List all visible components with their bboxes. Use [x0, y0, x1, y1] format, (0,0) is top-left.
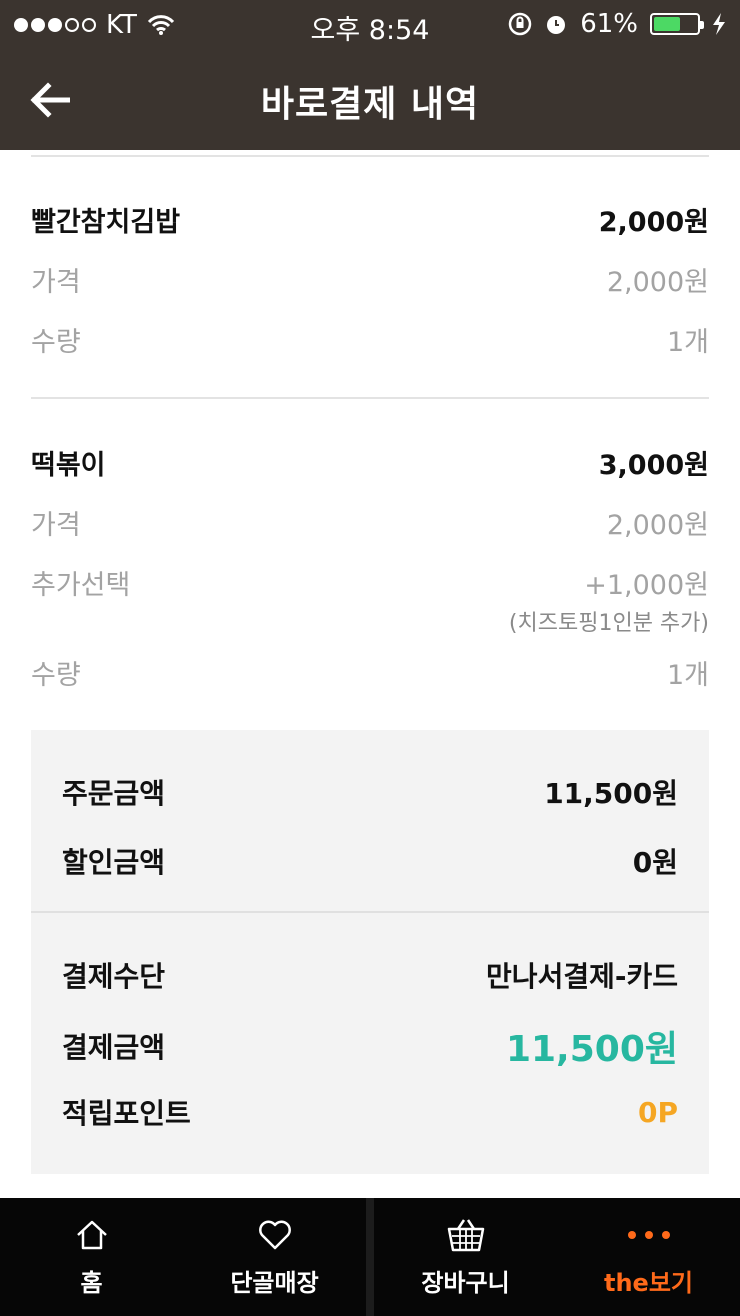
charging-bolt-icon	[713, 13, 725, 35]
tab-label: 홈	[80, 1268, 103, 1297]
more-icon	[627, 1230, 670, 1239]
detail-value: +1,000원	[584, 570, 709, 601]
points-value: 0P	[637, 1095, 678, 1129]
tab-home[interactable]: 홈	[0, 1198, 183, 1316]
paid-amount-label: 결제금액	[62, 1031, 166, 1064]
tab-label: 장바구니	[421, 1268, 510, 1297]
home-icon	[76, 1220, 107, 1249]
rotation-lock-icon	[508, 12, 532, 36]
page-title: 바로결제 내역	[260, 84, 480, 125]
item-detail-row: 수량 1개	[31, 320, 709, 359]
header: 바로결제 내역	[0, 50, 740, 150]
item-total: 2,000원	[598, 207, 709, 238]
paid-amount-row: 결제금액 11,500원	[62, 1020, 678, 1072]
detail-label: 수량	[31, 327, 81, 358]
heart-icon	[258, 1220, 291, 1249]
battery-percent: 61%	[580, 9, 638, 39]
tab-more[interactable]: the보기	[557, 1198, 740, 1316]
discount-value: 0원	[632, 846, 678, 879]
item-name: 떡볶이	[31, 450, 106, 481]
detail-label: 추가선택	[31, 570, 131, 601]
detail-label: 수량	[31, 660, 81, 691]
battery-icon	[650, 13, 704, 35]
top-bar: KT 오후 8:54 61% 바로결제 내역	[0, 0, 740, 150]
item-detail-row: 수량 1개	[31, 653, 709, 692]
basket-icon	[447, 1218, 484, 1251]
order-details: 빨간참치김밥 2,000원 가격 2,000원 수량 1개 떡볶이 3,000원…	[0, 150, 740, 1198]
detail-value: 1개	[666, 327, 709, 358]
item-total: 3,000원	[598, 450, 709, 481]
tab-label: 단골매장	[230, 1268, 319, 1297]
points-row: 적립포인트 0P	[62, 1092, 678, 1132]
item-row: 떡볶이 3,000원	[31, 443, 709, 482]
bottom-tab-bar: 홈 단골매장 장바구니 the보기	[0, 1198, 740, 1316]
detail-label: 가격	[31, 510, 81, 541]
tab-favorites[interactable]: 단골매장	[183, 1198, 366, 1316]
status-bar: KT 오후 8:54 61%	[0, 0, 740, 50]
order-amount-label: 주문금액	[62, 777, 166, 810]
payment-method-label: 결제수단	[62, 960, 166, 993]
detail-label: 가격	[31, 267, 81, 298]
divider	[31, 911, 709, 913]
divider	[31, 155, 709, 157]
detail-value: 2,000원	[606, 267, 709, 298]
discount-label: 할인금액	[62, 846, 166, 879]
order-amount-value: 11,500원	[544, 777, 678, 810]
detail-value: 2,000원	[606, 510, 709, 541]
payment-summary: 주문금액 11,500원 할인금액 0원 결제수단 만나서결제-카드 결제금액 …	[31, 730, 709, 1174]
alarm-icon	[547, 16, 566, 34]
detail-value: 1개	[666, 660, 709, 691]
divider	[31, 397, 709, 399]
item-name: 빨간참치김밥	[31, 207, 181, 238]
item-detail-row: 추가선택 +1,000원	[31, 563, 709, 602]
tab-cart[interactable]: 장바구니	[366, 1198, 557, 1316]
payment-method-row: 결제수단 만나서결제-카드	[62, 955, 678, 995]
discount-row: 할인금액 0원	[62, 841, 678, 881]
option-note: (치즈토핑1인분 추가)	[508, 611, 709, 636]
paid-amount-value: 11,500원	[505, 1029, 678, 1070]
order-amount-row: 주문금액 11,500원	[62, 772, 678, 812]
item-detail-row: 가격 2,000원	[31, 260, 709, 299]
item-row: 빨간참치김밥 2,000원	[31, 200, 709, 239]
points-label: 적립포인트	[62, 1097, 191, 1130]
payment-method-value: 만나서결제-카드	[486, 960, 678, 993]
tab-label: the보기	[604, 1268, 693, 1297]
item-detail-row: 가격 2,000원	[31, 503, 709, 542]
status-right: 61%	[508, 9, 726, 39]
